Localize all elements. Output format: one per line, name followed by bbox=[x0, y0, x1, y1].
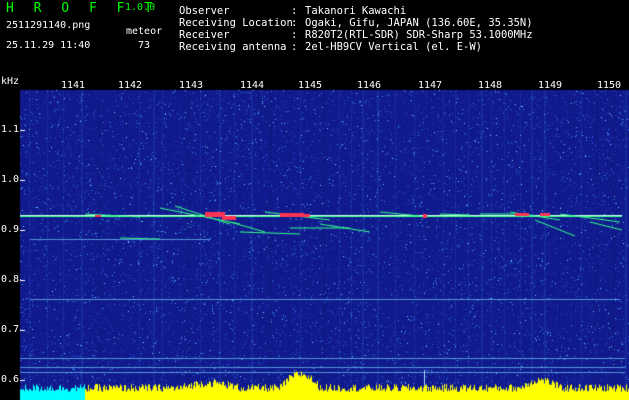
meteor-count: 73 bbox=[138, 40, 151, 51]
location-value: Ogaki, Gifu, JAPAN (136.60E, 35.35N) bbox=[305, 17, 533, 29]
observer-value: Takanori Kawachi bbox=[305, 5, 407, 17]
antenna-value: 2el-HB9CV Vertical (el. E-W) bbox=[305, 41, 483, 53]
location-colon: : bbox=[291, 17, 298, 29]
location-label: Receiving Location bbox=[179, 17, 293, 29]
receiver-colon: : bbox=[291, 29, 298, 41]
observer-label: Observer bbox=[179, 5, 230, 17]
receiver-label: Receiver bbox=[179, 29, 230, 41]
observer-colon: : bbox=[291, 5, 298, 17]
receiver-value: R820T2(RTL-SDR) SDR-Sharp 53.1000MHz bbox=[305, 29, 533, 41]
capture-datetime: 25.11.29 11:40 bbox=[6, 40, 91, 51]
antenna-label: Receiving antenna bbox=[179, 41, 287, 53]
app-version: 1.0.0 bbox=[125, 2, 156, 13]
meteor-label: meteor bbox=[126, 26, 163, 37]
antenna-colon: : bbox=[291, 41, 298, 53]
file-name: 2511291140.png bbox=[6, 20, 91, 31]
header-panel: H R O F F T 1.0.0 2511291140.png meteor … bbox=[0, 0, 629, 75]
